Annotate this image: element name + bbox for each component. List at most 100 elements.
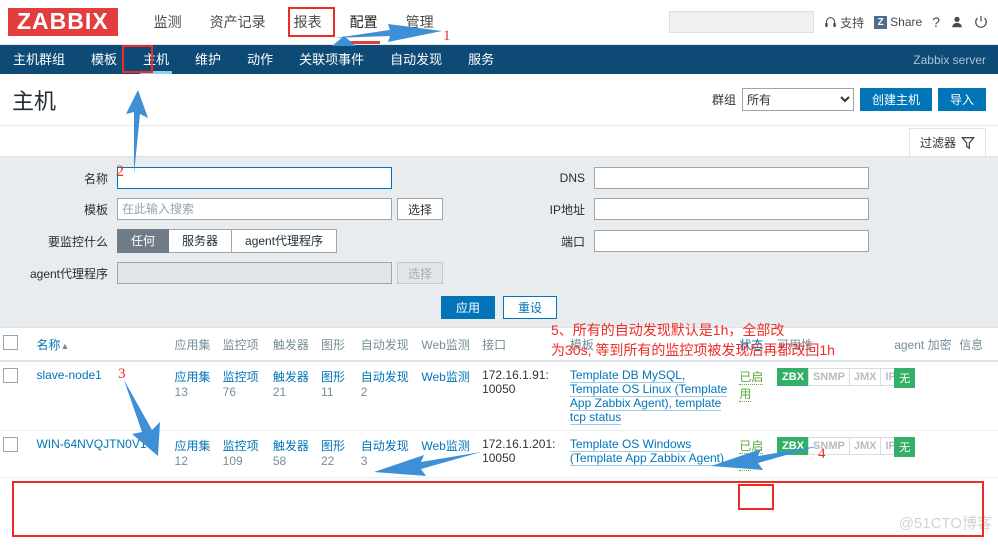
main-menu-item-inventory[interactable]: 资产记录 [196,0,280,44]
main-menu-item-configuration[interactable]: 配置 [336,0,392,44]
highlight-box-row-win [12,481,984,537]
support-label: 支持 [840,15,865,30]
zabbix-logo[interactable]: ZABBIX [8,8,118,36]
share-link[interactable]: Z Share [874,15,922,29]
cell-discovery: 自动发现 3 [357,430,419,478]
subnav-item-actions[interactable]: 动作 [234,45,286,74]
availability-jmx[interactable]: JMX [848,437,882,455]
row-checkbox[interactable] [3,368,18,383]
applications-count: 13 [174,385,188,399]
subnav-item-services[interactable]: 服务 [455,45,507,74]
select-all-cell [0,328,34,362]
cell-triggers: 触发器 21 [269,361,318,431]
web-link[interactable]: Web监测 [421,439,469,453]
availability-zbx[interactable]: ZBX [777,437,810,455]
items-count: 76 [222,385,237,399]
graphs-count: 11 [320,385,334,399]
col-header-name[interactable]: 名称▲ [33,328,172,362]
subnav-item-host-groups[interactable]: 主机群组 [0,45,78,74]
subnav-item-maintenance[interactable]: 维护 [182,45,234,74]
monitored-by-option-proxy[interactable]: agent代理程序 [232,229,338,253]
items-link[interactable]: 监控项 [223,439,259,453]
filter-row-name: 名称 DNS [0,167,998,189]
cell-host-name: slave-node1 [33,361,172,431]
subnav-item-hosts[interactable]: 主机 [130,45,182,74]
host-name-link[interactable]: slave-node1 [36,368,101,382]
filter-proxy-select-button: 选择 [397,262,444,284]
availability-jmx[interactable]: JMX [848,368,882,386]
discovery-count: 2 [360,385,368,399]
subnav-item-templates[interactable]: 模板 [78,45,130,74]
main-menu-item-administration[interactable]: 管理 [392,0,448,44]
availability-zbx[interactable]: ZBX [777,368,810,386]
create-host-button[interactable]: 创建主机 [859,88,932,111]
help-link[interactable]: ? [932,14,940,30]
subnav-item-discovery[interactable]: 自动发现 [377,45,455,74]
user-profile-button[interactable] [950,15,964,29]
page-header-actions: 群组 所有 创建主机 导入 [712,88,986,111]
cell-availability: ZBX SNMP JMX IPMI [774,361,914,431]
import-button[interactable]: 导入 [937,88,986,111]
cell-applications: 应用集 12 [171,430,220,478]
filter-template-select-button[interactable]: 选择 [397,198,444,220]
col-header-status-label[interactable]: 状态 [739,338,763,352]
support-link[interactable]: 支持 [824,14,864,31]
cell-items: 监控项 76 [219,361,270,431]
sign-out-button[interactable] [974,15,988,29]
global-search[interactable] [669,11,821,33]
applications-link[interactable]: 应用集 [175,439,211,453]
filter-dns-input[interactable] [594,167,869,189]
cell-graphs: 图形 22 [317,430,358,478]
status-badge[interactable]: 已启用 [739,370,764,402]
triggers-link[interactable]: 触发器 [273,439,309,453]
discovery-link[interactable]: 自动发现 [361,370,409,384]
graphs-link[interactable]: 图形 [321,370,345,384]
templates-link[interactable]: Template DB MySQL, Template OS Linux (Te… [569,368,728,425]
availability-snmp[interactable]: SNMP [808,368,850,386]
row-checkbox[interactable] [3,437,18,452]
main-menu-item-reports[interactable]: 报表 [280,0,336,44]
col-header-templates: 模板 [566,328,737,362]
filter-row-proxy: agent代理程序 选择 [0,262,998,284]
host-name-link[interactable]: WIN-64NVQJTN0V1 [36,437,146,451]
applications-link[interactable]: 应用集 [175,370,211,384]
server-name-label: Zabbix server [913,52,986,67]
filter-ip-label: IP地址 [549,202,585,217]
web-link[interactable]: Web监测 [421,370,469,384]
reset-button[interactable]: 重设 [503,296,558,319]
filter-tab[interactable]: 过滤器 [908,128,986,156]
filter-port-input[interactable] [594,230,869,252]
filter-name-label: 名称 [83,171,108,186]
select-all-checkbox[interactable] [3,335,18,350]
top-right-actions: 支持 Z Share ? [669,11,998,33]
group-select[interactable]: 所有 [741,88,854,111]
funnel-icon [961,136,975,149]
monitored-by-option-any[interactable]: 任何 [117,229,170,253]
table-row[interactable]: slave-node1 应用集 13 监控项 76 触发器 21 图形 11 自… [0,361,998,431]
discovery-link[interactable]: 自动发现 [361,439,409,453]
monitored-by-option-server[interactable]: 服务器 [169,229,233,253]
cell-info [956,361,998,431]
filter-ip-input[interactable] [594,198,869,220]
subnav-item-correlation[interactable]: 关联项事件 [286,45,377,74]
filter-name-input[interactable] [117,167,392,189]
main-menu-item-monitoring[interactable]: 监测 [140,0,196,44]
table-row[interactable]: WIN-64NVQJTN0V1 应用集 12 监控项 109 触发器 58 图形… [0,430,998,478]
col-header-discovery: 自动发现 [357,328,419,362]
items-link[interactable]: 监控项 [223,370,259,384]
status-badge[interactable]: 已启用 [739,439,764,471]
graphs-link[interactable]: 图形 [321,439,345,453]
triggers-link[interactable]: 触发器 [273,370,309,384]
col-header-name-label[interactable]: 名称 [36,338,60,352]
filter-row-template: 模板 选择 IP地址 [0,198,998,220]
apply-button[interactable]: 应用 [440,296,495,319]
search-input[interactable] [674,15,821,29]
col-header-web: Web监测 [418,328,480,362]
filter-template-input[interactable] [117,198,392,220]
templates-link[interactable]: Template OS Windows (Template App Zabbix… [569,437,725,466]
col-header-triggers: 触发器 [269,328,318,362]
col-header-status[interactable]: 状态 [736,328,775,362]
availability-snmp[interactable]: SNMP [808,437,850,455]
sub-navigation-bar: 主机群组 模板 主机 维护 动作 关联项事件 自动发现 服务 Zabbix se… [0,45,998,74]
availability-group: ZBX SNMP JMX IPMI [777,368,914,386]
